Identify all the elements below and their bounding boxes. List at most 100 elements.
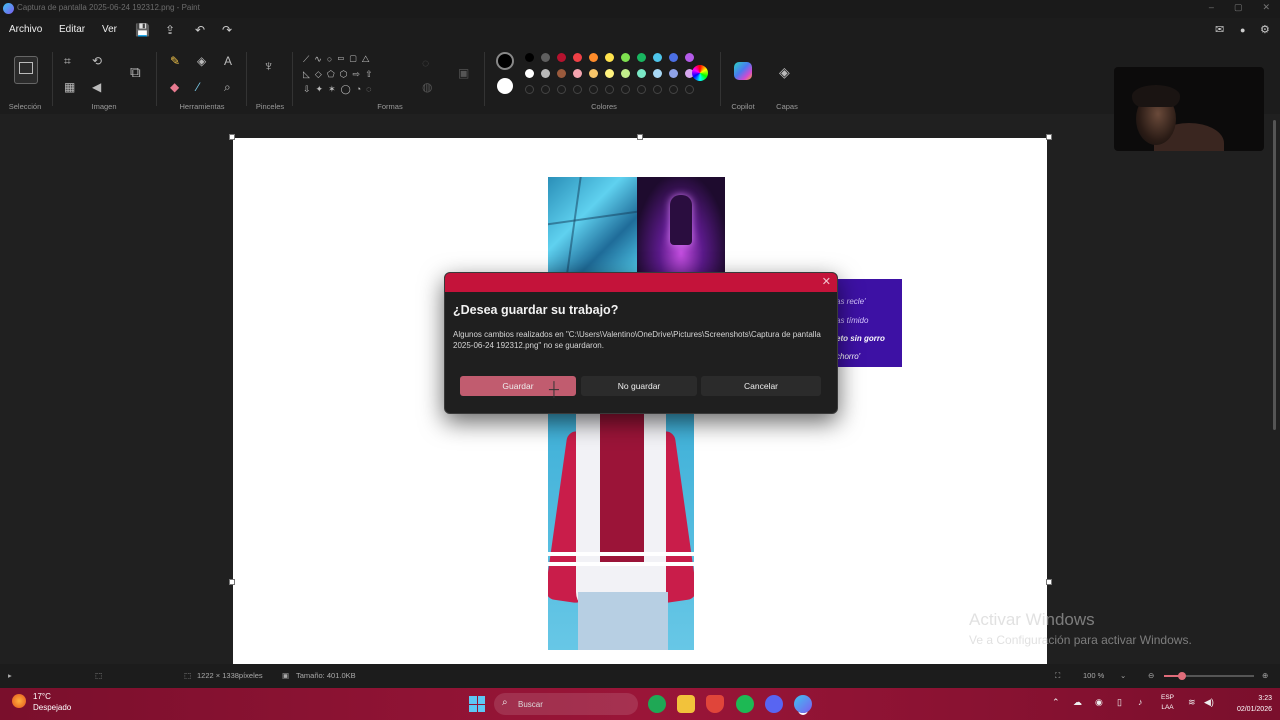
- resize-handle[interactable]: [1046, 579, 1052, 585]
- shapes-gallery[interactable]: ⟋∿○▭▢△ ◺◇⬠⬡⇨⇧ ⇩✦✶◯◔◌: [303, 52, 405, 100]
- menu-view[interactable]: Ver: [102, 24, 117, 35]
- fill-bucket-icon[interactable]: ◈: [197, 54, 206, 68]
- resize-icon[interactable]: ⧉: [130, 64, 141, 81]
- paint-taskbar-icon[interactable]: [794, 695, 812, 713]
- tray-app-icon[interactable]: ◉: [1095, 697, 1103, 708]
- volume-icon[interactable]: ◀): [1204, 697, 1214, 708]
- dont-save-button[interactable]: No guardar: [581, 376, 697, 396]
- color-swatch[interactable]: [557, 53, 566, 62]
- color-swatch[interactable]: [637, 53, 646, 62]
- empty-color-slot[interactable]: [605, 85, 614, 94]
- tray-overflow-icon[interactable]: ⌃: [1052, 697, 1060, 708]
- settings-gear-icon[interactable]: ⚙: [1260, 23, 1270, 36]
- outline-icon[interactable]: ◌: [422, 56, 429, 70]
- start-button[interactable]: [469, 696, 485, 712]
- language-indicator[interactable]: ESP LAA: [1161, 693, 1174, 713]
- color-swatch[interactable]: [605, 69, 614, 78]
- zoom-slider-knob[interactable]: [1178, 672, 1186, 680]
- zoom-slider[interactable]: [1164, 672, 1254, 680]
- color-swatch[interactable]: [525, 53, 534, 62]
- fit-window-icon[interactable]: ⛶: [1055, 671, 1060, 681]
- share-icon[interactable]: ⇪: [165, 23, 175, 37]
- magnifier-icon[interactable]: ⌕: [224, 80, 231, 95]
- empty-color-slot[interactable]: [589, 85, 598, 94]
- zoom-in-icon[interactable]: ⊕: [1262, 671, 1268, 680]
- zoom-level[interactable]: 100 %: [1083, 671, 1104, 680]
- flip-icon[interactable]: ◀: [92, 80, 101, 94]
- color-swatch[interactable]: [669, 53, 678, 62]
- color-swatch[interactable]: [589, 53, 598, 62]
- selection-tool-icon[interactable]: [14, 56, 38, 84]
- vertical-scrollbar[interactable]: [1273, 120, 1276, 430]
- empty-color-slot[interactable]: [685, 85, 694, 94]
- empty-color-slot[interactable]: [573, 85, 582, 94]
- layers-icon[interactable]: ◈: [779, 64, 790, 81]
- copilot-icon[interactable]: [734, 62, 752, 80]
- eraser-icon[interactable]: ◆: [170, 80, 179, 94]
- color-swatch[interactable]: [589, 69, 598, 78]
- empty-color-slot[interactable]: [669, 85, 678, 94]
- redo-icon[interactable]: ↷: [222, 23, 232, 37]
- file-explorer-icon[interactable]: [677, 695, 695, 713]
- taskbar-search[interactable]: ⌕ Buscar: [494, 693, 638, 715]
- resize-handle[interactable]: [229, 134, 235, 140]
- pencil-icon[interactable]: ✎: [170, 54, 180, 68]
- brave-browser-icon[interactable]: [706, 695, 724, 713]
- color-picker-icon[interactable]: ⁄: [197, 80, 199, 94]
- dialog-close-button[interactable]: ✕: [822, 275, 831, 288]
- whatsapp-icon[interactable]: [648, 695, 666, 713]
- resize-handle[interactable]: [637, 134, 643, 140]
- undo-icon[interactable]: ↶: [195, 23, 205, 37]
- resize-handle[interactable]: [229, 579, 235, 585]
- feedback-icon[interactable]: ✉: [1215, 23, 1224, 36]
- color-swatch[interactable]: [621, 69, 630, 78]
- battery-icon[interactable]: ▯: [1117, 697, 1122, 708]
- empty-color-slot[interactable]: [621, 85, 630, 94]
- empty-color-slot[interactable]: [557, 85, 566, 94]
- color-swatch[interactable]: [669, 69, 678, 78]
- minimize-button[interactable]: –: [1209, 2, 1214, 13]
- color-swatch[interactable]: [541, 69, 550, 78]
- color-swatch[interactable]: [573, 53, 582, 62]
- color-swatch[interactable]: [605, 53, 614, 62]
- color-swatch[interactable]: [573, 69, 582, 78]
- background-icon[interactable]: ▦: [64, 80, 75, 94]
- system-clock[interactable]: 3:23 02/01/2026: [1237, 693, 1272, 715]
- edit-colors-icon[interactable]: [692, 65, 708, 81]
- color-swatch[interactable]: [557, 69, 566, 78]
- primary-color-swatch[interactable]: [496, 52, 514, 70]
- brush-icon[interactable]: ♆: [263, 58, 274, 75]
- crop-icon[interactable]: ⌗: [64, 54, 71, 69]
- empty-color-slot[interactable]: [541, 85, 550, 94]
- resize-handle[interactable]: [1046, 134, 1052, 140]
- color-swatch[interactable]: [685, 53, 694, 62]
- color-swatch[interactable]: [621, 53, 630, 62]
- menu-file[interactable]: Archivo: [9, 24, 42, 35]
- color-swatch[interactable]: [541, 53, 550, 62]
- zoom-dropdown-icon[interactable]: ⌄: [1120, 671, 1126, 680]
- discord-icon[interactable]: [765, 695, 783, 713]
- color-swatch[interactable]: [525, 69, 534, 78]
- color-swatch[interactable]: [653, 69, 662, 78]
- wifi-icon[interactable]: ≋: [1188, 697, 1196, 708]
- spotify-icon[interactable]: [736, 695, 754, 713]
- empty-color-slot[interactable]: [525, 85, 534, 94]
- text-tool-icon[interactable]: A: [224, 54, 232, 68]
- menu-edit[interactable]: Editar: [59, 24, 85, 35]
- maximize-button[interactable]: ▢: [1234, 2, 1243, 13]
- cancel-button[interactable]: Cancelar: [701, 376, 821, 396]
- empty-color-slot[interactable]: [653, 85, 662, 94]
- close-window-button[interactable]: ✕: [1262, 2, 1270, 13]
- secondary-color-swatch[interactable]: [497, 78, 513, 94]
- microphone-icon[interactable]: ♪: [1138, 697, 1143, 707]
- color-swatch[interactable]: [637, 69, 646, 78]
- zoom-out-icon[interactable]: ⊖: [1148, 671, 1154, 680]
- fill-icon[interactable]: ▣: [458, 66, 469, 80]
- shape-fill-icon[interactable]: ◍: [422, 80, 432, 94]
- onedrive-icon[interactable]: ☁: [1073, 697, 1082, 708]
- rotate-icon[interactable]: ⟲: [92, 54, 102, 68]
- save-icon[interactable]: 💾: [135, 23, 150, 37]
- color-swatch[interactable]: [653, 53, 662, 62]
- empty-color-slot[interactable]: [637, 85, 646, 94]
- account-icon[interactable]: ●: [1240, 25, 1245, 35]
